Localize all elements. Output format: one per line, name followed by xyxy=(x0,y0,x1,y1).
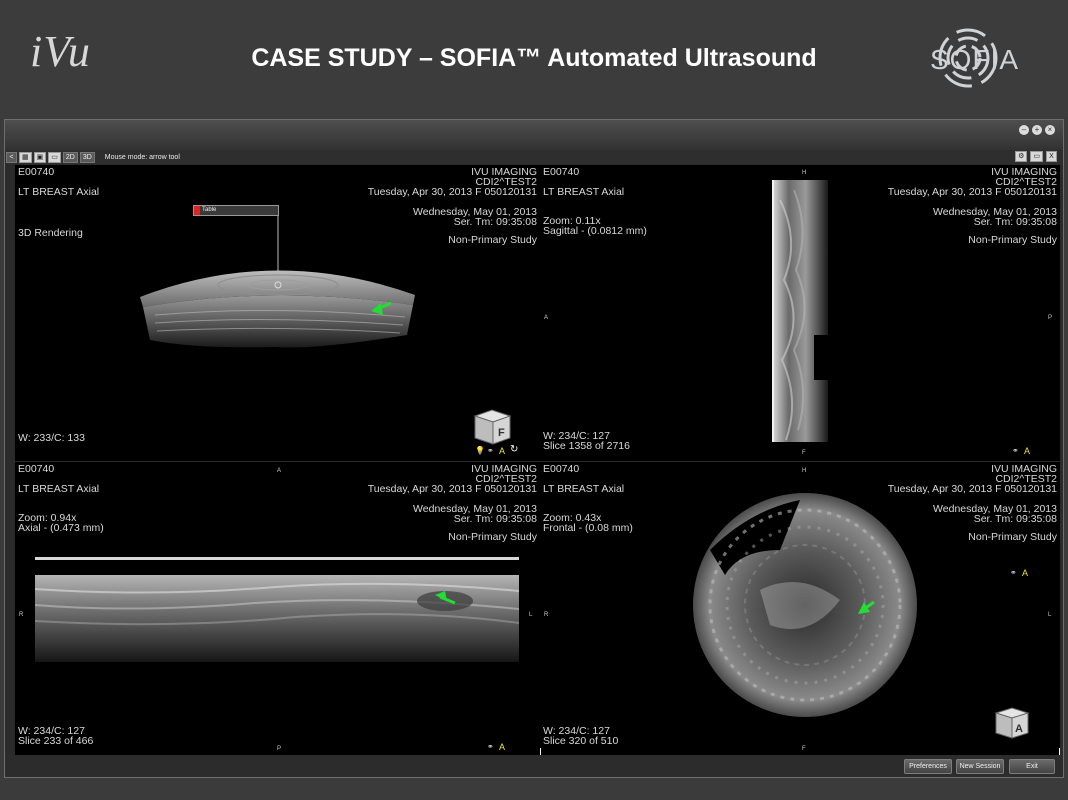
study-type: Non-Primary Study xyxy=(448,531,537,543)
link-icon[interactable]: ⚭ xyxy=(487,742,494,752)
orientation-left: R xyxy=(544,612,549,618)
axial-image xyxy=(35,557,520,662)
mode-2d-button[interactable]: 2D xyxy=(62,151,78,163)
plane-info: Sagittal - (0.0812 mm) xyxy=(543,225,647,237)
patient-id: E00740 xyxy=(543,166,580,178)
viewport-frontal[interactable]: E00740 LT BREAST Axial Zoom: 0.43x Front… xyxy=(540,462,1060,756)
orientation-right: P xyxy=(1048,315,1053,321)
series-name: LT BREAST Axial xyxy=(543,186,625,198)
settings-icon[interactable]: ⚙ xyxy=(1015,151,1028,162)
patient-id: E00740 xyxy=(18,463,55,475)
orientation-bottom: F xyxy=(802,746,806,752)
light-bulb-icon[interactable]: 💡 xyxy=(475,446,485,456)
collapse-arrow-icon[interactable]: < xyxy=(6,151,17,163)
study-type: Non-Primary Study xyxy=(968,234,1057,246)
patient-id: E00740 xyxy=(543,463,580,475)
plane-info: Axial - (0.473 mm) xyxy=(18,522,104,534)
orientation-bottom: P xyxy=(277,746,282,752)
overlay-indicator[interactable]: A xyxy=(499,742,505,752)
orientation-right: L xyxy=(1048,612,1052,618)
sagittal-image xyxy=(772,180,830,442)
series-name: LT BREAST Axial xyxy=(543,483,625,495)
minimize-icon[interactable]: – xyxy=(1019,125,1029,135)
orientation-left: R xyxy=(19,612,24,618)
series-time: Ser. Tm: 09:35:08 xyxy=(973,513,1057,525)
orientation-left: A xyxy=(544,315,549,321)
link-icon[interactable]: ⚭ xyxy=(487,446,494,456)
series-time: Ser. Tm: 09:35:08 xyxy=(453,513,537,525)
orientation-bottom: F xyxy=(802,450,806,456)
link-icon[interactable]: ⚭ xyxy=(1010,568,1017,578)
viewport-3d-rendering[interactable]: E00740 LT BREAST Axial 3D Rendering IVU … xyxy=(15,165,540,461)
cube-face-label: A xyxy=(1015,723,1023,735)
mouse-mode-label: Mouse mode: arrow tool xyxy=(104,153,180,161)
layout-single-icon[interactable]: ▣ xyxy=(33,151,47,163)
close-viewer-button[interactable]: X xyxy=(1046,151,1057,162)
orientation-top: H xyxy=(802,468,807,474)
slice-info: Slice 233 of 466 xyxy=(18,735,94,747)
plane-info: Frontal - (0.08 mm) xyxy=(543,522,633,534)
series-time: Ser. Tm: 09:35:08 xyxy=(973,216,1057,228)
study-type: Non-Primary Study xyxy=(968,531,1057,543)
window-title-bar: – + × xyxy=(5,120,1063,150)
orientation-cube-icon[interactable]: A xyxy=(992,706,1032,740)
rendering-3d-image xyxy=(140,216,415,348)
viewport-sagittal[interactable]: E00740 LT BREAST Axial Zoom: 0.11x Sagit… xyxy=(540,165,1060,461)
slide-title: CASE STUDY – SOFIA™ Automated Ultrasound xyxy=(251,44,817,72)
close-icon[interactable]: × xyxy=(1045,125,1055,135)
slice-info: Slice 320 of 510 xyxy=(543,735,619,747)
study-line: Tuesday, Apr 30, 2013 F 050120131 xyxy=(367,483,537,495)
preferences-button[interactable]: Preferences xyxy=(904,759,952,774)
study-line: Tuesday, Apr 30, 2013 F 050120131 xyxy=(887,186,1057,198)
window-icon[interactable]: ▭ xyxy=(1030,151,1043,162)
overlay-indicator[interactable]: A xyxy=(1024,446,1030,456)
new-session-button[interactable]: New Session xyxy=(956,759,1004,774)
link-icon[interactable]: ⚭ xyxy=(1012,446,1019,456)
orientation-right: L xyxy=(529,612,533,618)
slide-header: iVu CASE STUDY – SOFIA™ Automated Ultras… xyxy=(0,0,1068,118)
mode-3d-button[interactable]: 3D xyxy=(79,151,95,163)
frontal-image xyxy=(693,493,917,717)
sofia-brand-text: SOFIA xyxy=(930,44,1020,75)
exit-button[interactable]: Exit xyxy=(1009,759,1055,774)
series-name: LT BREAST Axial xyxy=(18,483,100,495)
toolbar: < ▦ ▣ ▭ 2D 3D Mouse mode: arrow tool ⚙ ▭… xyxy=(5,150,1063,164)
screen-icon[interactable]: ▭ xyxy=(48,151,61,163)
orientation-top: H xyxy=(802,170,807,176)
layout-grid-icon[interactable]: ▦ xyxy=(19,151,32,163)
maximize-icon[interactable]: + xyxy=(1032,125,1042,135)
cube-face-label: F xyxy=(498,427,505,439)
overlay-indicator[interactable]: A xyxy=(499,446,505,456)
app-window: – + × < ▦ ▣ ▭ 2D 3D Mouse mode: arrow to… xyxy=(4,119,1064,778)
bottom-bar: Preferences New Session Exit xyxy=(5,755,1063,777)
overlay-indicator[interactable]: A xyxy=(1022,568,1028,578)
slice-info: Slice 1358 of 2716 xyxy=(543,440,630,452)
rotate-icon[interactable]: ↻ xyxy=(510,445,518,455)
viewport-axial[interactable]: E00740 LT BREAST Axial Zoom: 0.94x Axial… xyxy=(15,462,540,756)
orientation-cube-icon[interactable]: F xyxy=(470,408,515,446)
orientation-top: A xyxy=(277,468,282,474)
